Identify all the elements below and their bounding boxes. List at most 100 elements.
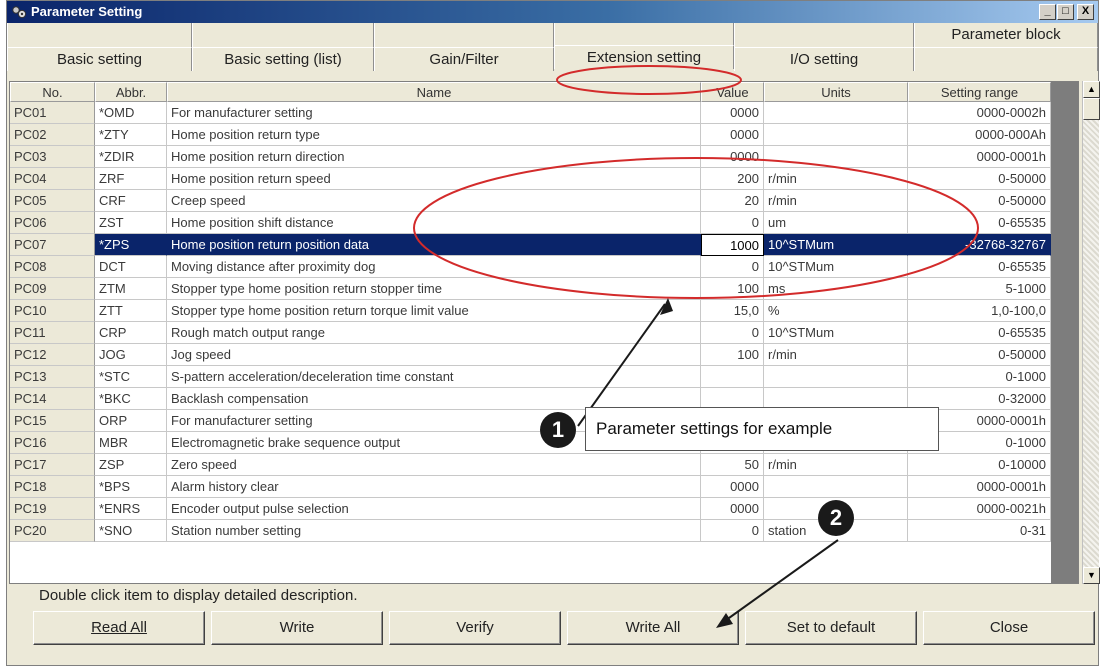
- tab-top-5[interactable]: [734, 23, 914, 47]
- badge-1: 1: [540, 412, 576, 448]
- vertical-scrollbar[interactable]: ▲ ▼: [1082, 81, 1100, 584]
- header-units[interactable]: Units: [764, 82, 908, 102]
- row-value[interactable]: 200: [701, 168, 764, 190]
- tab-top-3[interactable]: [374, 23, 554, 47]
- row-abbr: ZTT: [95, 300, 167, 322]
- grid-header: No. Abbr. Name Value Units Setting range: [10, 82, 1078, 102]
- tab-row-top: Parameter block: [7, 23, 1098, 47]
- row-value[interactable]: 1000: [701, 234, 764, 256]
- row-name: Zero speed: [167, 454, 701, 476]
- row-value[interactable]: 0: [701, 212, 764, 234]
- row-value[interactable]: 0: [701, 322, 764, 344]
- title-bar[interactable]: Parameter Setting _ □ X: [7, 1, 1098, 23]
- write-button[interactable]: Write: [211, 611, 383, 645]
- table-row[interactable]: PC10 ZTT Stopper type home position return…: [10, 300, 1051, 322]
- row-name: Home position return position data: [167, 234, 701, 256]
- tab-bottom-6[interactable]: [914, 47, 1098, 71]
- set-to-default-button[interactable]: Set to default: [745, 611, 917, 645]
- row-value[interactable]: 0000: [701, 146, 764, 168]
- row-unit: um: [764, 212, 908, 234]
- scroll-thumb[interactable]: [1083, 98, 1100, 120]
- row-value[interactable]: 100: [701, 278, 764, 300]
- table-row[interactable]: PC18 *BPS Alarm history clear 0000 0000-0001…: [10, 476, 1051, 498]
- row-value[interactable]: 0: [701, 520, 764, 542]
- tab-extension-setting[interactable]: Extension setting: [554, 45, 734, 69]
- row-abbr: CRP: [95, 322, 167, 344]
- row-value[interactable]: 0: [701, 256, 764, 278]
- row-unit: [764, 146, 908, 168]
- close-button[interactable]: Close: [923, 611, 1095, 645]
- table-row[interactable]: PC04 ZRF Home position return speed 200 r/mi…: [10, 168, 1051, 190]
- table-row-selected[interactable]: PC07 *ZPS Home position return position da…: [10, 234, 1051, 256]
- table-row[interactable]: PC08 DCT Moving distance after proximity d…: [10, 256, 1051, 278]
- row-value[interactable]: 100: [701, 344, 764, 366]
- table-row[interactable]: PC02 *ZTY Home position return type 0000 000…: [10, 124, 1051, 146]
- row-number: PC04: [10, 168, 95, 190]
- tab-parameter-block[interactable]: Parameter block: [914, 23, 1098, 47]
- table-row[interactable]: PC19 *ENRS Encoder output pulse selection 0…: [10, 498, 1051, 520]
- tab-top-4[interactable]: [554, 23, 734, 47]
- table-row[interactable]: PC01 *OMD For manufacturer setting 0000 0000…: [10, 102, 1051, 124]
- tab-top-1[interactable]: [7, 23, 192, 47]
- row-name: Rough match output range: [167, 322, 701, 344]
- row-value[interactable]: [701, 366, 764, 388]
- row-range: 0-65535: [908, 256, 1051, 278]
- header-setting-range[interactable]: Setting range: [908, 82, 1051, 102]
- row-name: S-pattern acceleration/deceleration time…: [167, 366, 701, 388]
- read-all-button[interactable]: Read All: [33, 611, 205, 645]
- row-unit: r/min: [764, 454, 908, 476]
- row-abbr: ORP: [95, 410, 167, 432]
- maximize-button[interactable]: □: [1057, 4, 1074, 20]
- row-number: PC08: [10, 256, 95, 278]
- row-value[interactable]: 15,0: [701, 300, 764, 322]
- row-unit: [764, 366, 908, 388]
- row-number: PC03: [10, 146, 95, 168]
- row-value[interactable]: 20: [701, 190, 764, 212]
- row-value[interactable]: 0000: [701, 124, 764, 146]
- row-name: Station number setting: [167, 520, 701, 542]
- table-row[interactable]: PC12 JOG Jog speed 100 r/min 0-50000: [10, 344, 1051, 366]
- write-all-button[interactable]: Write All: [567, 611, 739, 645]
- table-row[interactable]: PC13 *STC S-pattern acceleration/decelerat…: [10, 366, 1051, 388]
- header-abbr[interactable]: Abbr.: [95, 82, 167, 102]
- tab-gain-filter[interactable]: Gain/Filter: [374, 47, 554, 71]
- row-abbr: CRF: [95, 190, 167, 212]
- table-row[interactable]: PC03 *ZDIR Home position return direction 0…: [10, 146, 1051, 168]
- table-row[interactable]: PC09 ZTM Stopper type home position return…: [10, 278, 1051, 300]
- scroll-up-icon[interactable]: ▲: [1083, 81, 1100, 98]
- row-number: PC12: [10, 344, 95, 366]
- grid-empty-area: [1051, 82, 1078, 583]
- tab-basic-setting-list[interactable]: Basic setting (list): [192, 47, 374, 71]
- row-name: Moving distance after proximity dog: [167, 256, 701, 278]
- row-number: PC07: [10, 234, 95, 256]
- row-abbr: *OMD: [95, 102, 167, 124]
- tab-basic-setting[interactable]: Basic setting: [7, 47, 192, 71]
- row-value[interactable]: 0000: [701, 476, 764, 498]
- header-no[interactable]: No.: [10, 82, 95, 102]
- table-row[interactable]: PC06 ZST Home position shift distance 0 um 0-…: [10, 212, 1051, 234]
- row-abbr: *ZDIR: [95, 146, 167, 168]
- table-row[interactable]: PC11 CRP Rough match output range 0 10^STMum…: [10, 322, 1051, 344]
- tab-top-2[interactable]: [192, 23, 374, 47]
- close-window-button[interactable]: X: [1077, 4, 1094, 20]
- parameter-grid: No. Abbr. Name Value Units Setting range…: [9, 81, 1079, 584]
- table-row[interactable]: PC17 ZSP Zero speed 50 r/min 0-10000: [10, 454, 1051, 476]
- table-row[interactable]: PC05 CRF Creep speed 20 r/min 0-50000: [10, 190, 1051, 212]
- close-label: Close: [989, 619, 1029, 636]
- row-value[interactable]: 0000: [701, 498, 764, 520]
- tab-io-setting[interactable]: I/O setting: [734, 47, 914, 71]
- row-name: Jog speed: [167, 344, 701, 366]
- row-unit: 10^STMum: [764, 234, 908, 256]
- row-unit: %: [764, 300, 908, 322]
- scroll-down-icon[interactable]: ▼: [1083, 567, 1100, 584]
- table-row[interactable]: PC20 *SNO Station number setting 0 station 0-…: [10, 520, 1051, 542]
- header-value[interactable]: Value: [701, 82, 764, 102]
- app-icon: [12, 6, 27, 19]
- row-abbr: MBR: [95, 432, 167, 454]
- header-name[interactable]: Name: [167, 82, 701, 102]
- minimize-button[interactable]: _: [1039, 4, 1056, 20]
- row-value[interactable]: 0000: [701, 102, 764, 124]
- verify-button[interactable]: Verify: [389, 611, 561, 645]
- write-label: Write: [279, 619, 315, 636]
- row-value[interactable]: 50: [701, 454, 764, 476]
